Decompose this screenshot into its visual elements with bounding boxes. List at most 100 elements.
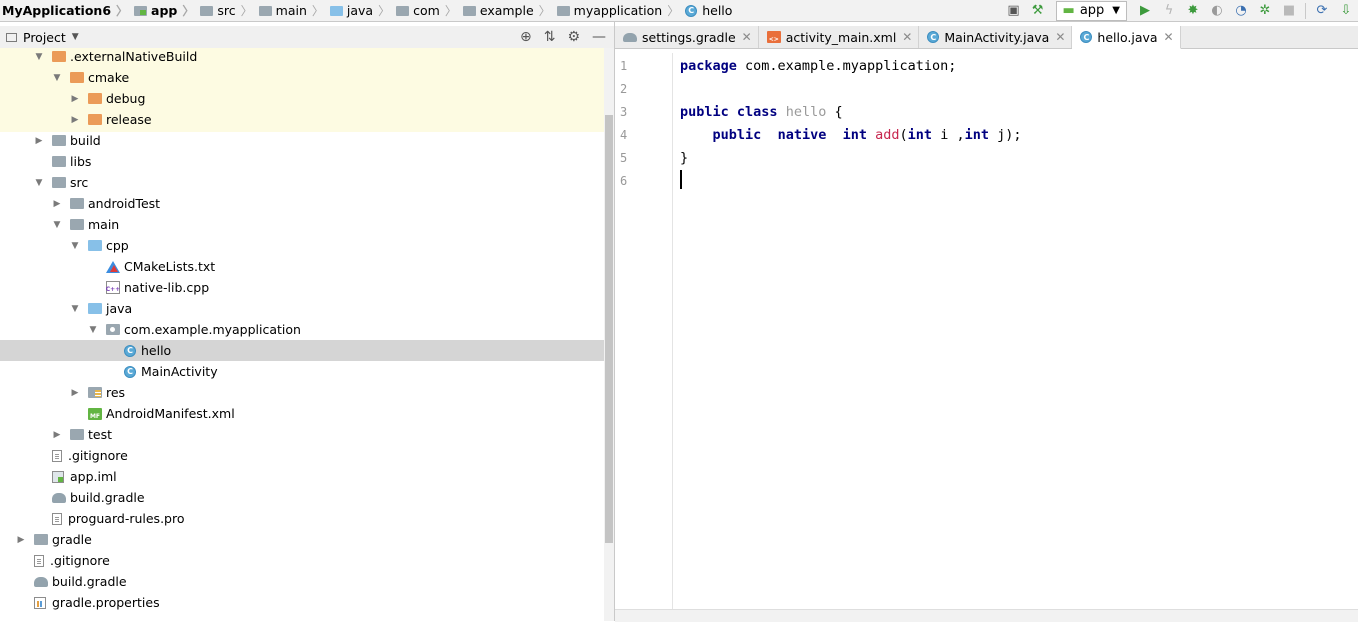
- tree-item[interactable]: gradle.properties: [0, 592, 614, 613]
- tree-item[interactable]: ▶ gradle: [0, 529, 614, 550]
- apply-changes-icon[interactable]: ϟ: [1159, 2, 1179, 20]
- expanded-arrow-icon[interactable]: ▼: [52, 67, 62, 88]
- tree-item[interactable]: MF AndroidManifest.xml: [0, 403, 614, 424]
- sdk-manager-icon[interactable]: ⇩: [1336, 2, 1356, 20]
- coverage-icon[interactable]: ◐: [1207, 2, 1227, 20]
- close-icon[interactable]: ✕: [1055, 30, 1065, 44]
- collapsed-arrow-icon[interactable]: ▶: [70, 382, 80, 403]
- close-icon[interactable]: ✕: [1164, 30, 1174, 44]
- tree-item[interactable]: ▼ com.example.myapplication: [0, 319, 614, 340]
- project-view-selector[interactable]: Project ▼: [6, 30, 79, 45]
- hammer-icon[interactable]: ⚒: [1028, 2, 1048, 20]
- folder-icon: [329, 5, 343, 16]
- run-configuration-select[interactable]: ▬ app ▼: [1055, 0, 1127, 21]
- tree-item[interactable]: ▼ java: [0, 298, 614, 319]
- project-icon: [6, 32, 17, 42]
- package-icon: [106, 324, 120, 335]
- expanded-arrow-icon[interactable]: ▼: [70, 235, 80, 256]
- tree-item[interactable]: ▶ release: [0, 109, 614, 130]
- tree-item[interactable]: ▼ .externalNativeBuild: [0, 48, 614, 67]
- tree-item-label: build: [70, 133, 101, 148]
- run-icon[interactable]: ▶: [1135, 2, 1155, 20]
- editor-horizontal-scrollbar[interactable]: [615, 609, 1358, 622]
- breadcrumb-item[interactable]: MyApplication6 〉: [0, 0, 132, 21]
- close-icon[interactable]: ✕: [902, 30, 912, 44]
- tree-item[interactable]: ▼ main: [0, 214, 614, 235]
- tree-item[interactable]: ▶ build: [0, 130, 614, 151]
- breadcrumb-label: main: [275, 3, 307, 18]
- sync-icon[interactable]: ⟳: [1312, 2, 1332, 20]
- stop-icon[interactable]: ■: [1279, 2, 1299, 20]
- breadcrumb-item[interactable]: src 〉: [198, 0, 256, 21]
- breadcrumb-item[interactable]: myapplication 〉: [555, 0, 684, 21]
- minimize-icon[interactable]: —: [592, 29, 606, 45]
- editor-tab[interactable]: <> activity_main.xml ✕: [759, 26, 920, 48]
- collapsed-arrow-icon[interactable]: ▶: [34, 130, 44, 151]
- expanded-arrow-icon[interactable]: ▼: [34, 48, 44, 67]
- expanded-arrow-icon[interactable]: ▼: [34, 172, 44, 193]
- breadcrumb-item[interactable]: com 〉: [394, 0, 461, 21]
- line-number: 2: [620, 82, 628, 96]
- breadcrumb-label: myapplication: [573, 3, 663, 18]
- tree-item[interactable]: libs: [0, 151, 614, 172]
- breadcrumb-item[interactable]: example 〉: [461, 0, 555, 21]
- expanded-arrow-icon[interactable]: ▼: [88, 319, 98, 340]
- tree-item-label: gradle.properties: [52, 595, 160, 610]
- line-number: 3: [620, 105, 628, 119]
- expanded-arrow-icon[interactable]: ▼: [52, 214, 62, 235]
- code-token: i ,: [932, 127, 965, 143]
- line-number: 1: [620, 59, 628, 73]
- tree-item-label: java: [106, 301, 133, 316]
- close-icon[interactable]: ✕: [742, 30, 752, 44]
- expanded-arrow-icon[interactable]: ▼: [70, 298, 80, 319]
- breadcrumb-item[interactable]: java 〉: [328, 0, 394, 21]
- breadcrumb-item[interactable]: app 〉: [132, 0, 198, 21]
- editor-tab-label: activity_main.xml: [785, 29, 897, 45]
- gear-icon[interactable]: ⚙: [567, 29, 580, 45]
- editor-tab[interactable]: Chello.java ✕: [1072, 26, 1181, 49]
- tree-item[interactable]: ▶ res: [0, 382, 614, 403]
- tree-item[interactable]: ▼ cmake: [0, 67, 614, 88]
- debug-icon[interactable]: ✸: [1183, 2, 1203, 20]
- resources-folder-icon: [88, 387, 102, 398]
- tree-item[interactable]: build.gradle: [0, 487, 614, 508]
- folder-icon: [556, 5, 570, 16]
- breadcrumb-item[interactable]: Chello: [683, 0, 736, 21]
- breadcrumb-item[interactable]: main 〉: [257, 0, 328, 21]
- tree-scrollbar-thumb[interactable]: [605, 115, 613, 543]
- tree-item[interactable]: app.iml: [0, 466, 614, 487]
- collapsed-arrow-icon[interactable]: ▶: [70, 88, 80, 109]
- tree-item[interactable]: CMakeLists.txt: [0, 256, 614, 277]
- tree-item[interactable]: ▶ test: [0, 424, 614, 445]
- folder-icon: [200, 5, 214, 16]
- terminal-icon[interactable]: ▣: [1004, 2, 1024, 20]
- tree-item[interactable]: build.gradle: [0, 571, 614, 592]
- profile-icon[interactable]: ◔: [1231, 2, 1251, 20]
- collapsed-arrow-icon[interactable]: ▶: [70, 109, 80, 130]
- collapse-icon[interactable]: ⇅: [544, 29, 556, 45]
- tree-item[interactable]: C MainActivity: [0, 361, 614, 382]
- editor-tab[interactable]: C MainActivity.java ✕: [919, 26, 1073, 48]
- tree-item[interactable]: .gitignore: [0, 445, 614, 466]
- tree-item[interactable]: proguard-rules.pro: [0, 508, 614, 529]
- tree-item[interactable]: Chello: [0, 340, 614, 361]
- attach-debugger-icon[interactable]: ✲: [1255, 2, 1275, 20]
- project-tree: ▼ .externalNativeBuild ▼ cmake ▶ debug ▶ releas…: [0, 48, 614, 621]
- code-token: class: [736, 104, 778, 120]
- tree-item[interactable]: ▼ src: [0, 172, 614, 193]
- editor-tab[interactable]: settings.gradle ✕: [615, 26, 759, 48]
- tree-item[interactable]: ▼ cpp: [0, 235, 614, 256]
- tree-item[interactable]: ▶ debug: [0, 88, 614, 109]
- tree-item[interactable]: .gitignore: [0, 550, 614, 571]
- collapsed-arrow-icon[interactable]: ▶: [52, 424, 62, 445]
- tree-item-label: cpp: [106, 238, 129, 253]
- collapsed-arrow-icon[interactable]: ▶: [16, 529, 26, 550]
- locate-icon[interactable]: ⊕: [520, 29, 532, 45]
- collapsed-arrow-icon[interactable]: ▶: [52, 193, 62, 214]
- tree-item[interactable]: ▶ androidTest: [0, 193, 614, 214]
- tree-item[interactable]: C++ native-lib.cpp: [0, 277, 614, 298]
